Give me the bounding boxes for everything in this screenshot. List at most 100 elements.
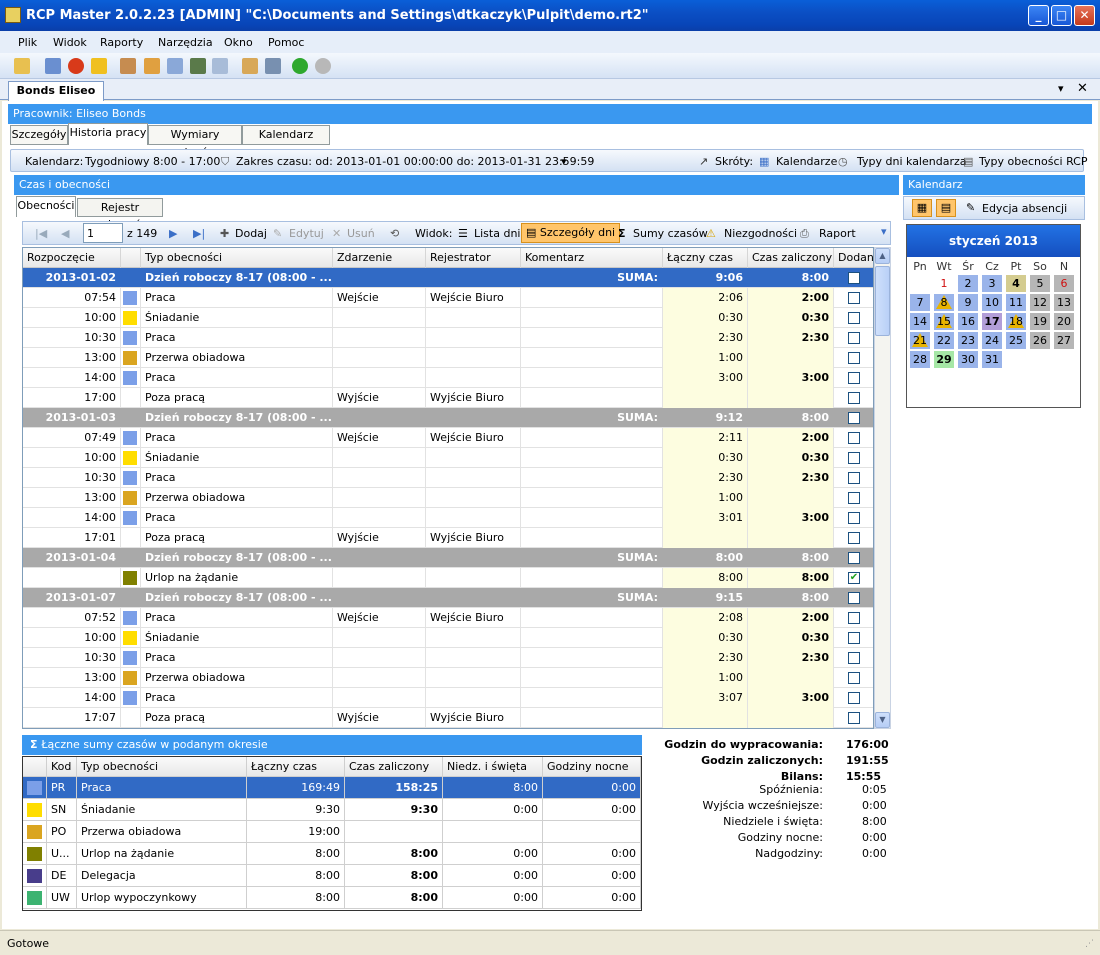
- scroll-thumb[interactable]: [875, 266, 890, 336]
- scroll-up-icon[interactable]: ▲: [875, 248, 890, 264]
- view-details-button[interactable]: ▤ Szczegóły dni: [521, 223, 621, 243]
- calendar-day[interactable]: 12: [1030, 294, 1050, 311]
- tab-obecnosci[interactable]: Obecności: [16, 196, 76, 217]
- edit-button[interactable]: Edytuj: [289, 227, 324, 240]
- table-row[interactable]: 07:54 Praca Wejście Wejście Biuro 2:06 2:00: [23, 288, 873, 308]
- list-view-icon[interactable]: ▤: [936, 199, 956, 217]
- summary-row[interactable]: UW Urlop wypoczynkowy 8:00 8:00 0:00 0:00: [23, 887, 641, 909]
- summary-row[interactable]: PR Praca 169:49 158:25 8:00 0:00: [23, 777, 641, 799]
- error-icon[interactable]: [68, 58, 84, 74]
- added-checkbox[interactable]: [848, 372, 860, 384]
- added-checkbox[interactable]: [848, 352, 860, 364]
- added-checkbox[interactable]: [848, 452, 860, 464]
- home-icon[interactable]: [242, 58, 258, 74]
- calendar-day[interactable]: 18: [1006, 313, 1026, 330]
- users-icon[interactable]: [120, 58, 136, 74]
- table-row[interactable]: 13:00 Przerwa obiadowa 1:00: [23, 348, 873, 368]
- added-checkbox[interactable]: [848, 612, 860, 624]
- calendar-day[interactable]: 7: [910, 294, 930, 311]
- dropdown-icon[interactable]: ▾: [1058, 82, 1064, 95]
- table-row[interactable]: 17:01 Poza pracą Wyjście Wyjście Biuro: [23, 528, 873, 548]
- table-row[interactable]: 10:00 Śniadanie 0:30 0:30: [23, 448, 873, 468]
- first-page-icon[interactable]: |◀: [35, 227, 47, 240]
- report-button[interactable]: Raport: [819, 227, 856, 240]
- summary-row[interactable]: SN Śniadanie 9:30 9:30 0:00 0:00: [23, 799, 641, 821]
- calculator-icon[interactable]: [190, 58, 206, 74]
- close-tab-icon[interactable]: ✕: [1077, 81, 1088, 96]
- view-sums[interactable]: Sumy czasów: [633, 227, 708, 240]
- table-row[interactable]: 13:00 Przerwa obiadowa 1:00: [23, 668, 873, 688]
- shortcut-presence-types[interactable]: Typy obecności RCP: [979, 155, 1087, 168]
- added-checkbox[interactable]: [848, 532, 860, 544]
- calendar-day[interactable]: 28: [910, 351, 930, 368]
- maximize-button[interactable]: □: [1051, 5, 1072, 26]
- calendar-day[interactable]: 5: [1030, 275, 1050, 292]
- calendar-day[interactable]: 1: [934, 275, 954, 292]
- refresh-icon[interactable]: [45, 58, 61, 74]
- warning-icon[interactable]: [91, 58, 107, 74]
- scroll-down-icon[interactable]: ▼: [875, 712, 890, 728]
- table-row[interactable]: 07:52 Praca Wejście Wejście Biuro 2:08 2:00: [23, 608, 873, 628]
- sum-col-night[interactable]: Godziny nocne: [543, 757, 641, 777]
- calendar-day[interactable]: 14: [910, 313, 930, 330]
- calendar-day[interactable]: 11: [1006, 294, 1026, 311]
- sum-col-code[interactable]: Kod: [47, 757, 77, 777]
- calendar-day[interactable]: 25: [1006, 332, 1026, 349]
- table-row[interactable]: 14:00 Praca 3:07 3:00: [23, 688, 873, 708]
- added-checkbox[interactable]: [848, 312, 860, 324]
- chevron-down-icon[interactable]: ▾: [561, 155, 567, 168]
- user-icon[interactable]: [144, 58, 160, 74]
- next-page-icon[interactable]: ▶: [169, 227, 177, 240]
- sum-col-sundays[interactable]: Niedz. i święta: [443, 757, 543, 777]
- calendar-day[interactable]: 15: [934, 313, 954, 330]
- calendar-day[interactable]: 19: [1030, 313, 1050, 330]
- page-input[interactable]: [83, 223, 123, 243]
- refresh-grid-icon[interactable]: ⟲: [390, 227, 399, 240]
- calendar-day[interactable]: 23: [958, 332, 978, 349]
- calendar-day[interactable]: 16: [958, 313, 978, 330]
- prev-page-icon[interactable]: ◀: [61, 227, 69, 240]
- col-total[interactable]: Łączny czas: [663, 248, 748, 268]
- delete-button[interactable]: Usuń: [347, 227, 375, 240]
- summary-row[interactable]: U... Urlop na żądanie 8:00 8:00 0:00 0:00: [23, 843, 641, 865]
- added-checkbox[interactable]: [848, 432, 860, 444]
- calendar-day[interactable]: 9: [958, 294, 978, 311]
- table-row[interactable]: Urlop na żądanie 8:00 8:00 ✔: [23, 568, 873, 588]
- calendar-day[interactable]: 24: [982, 332, 1002, 349]
- table-row[interactable]: 14:00 Praca 3:00 3:00: [23, 368, 873, 388]
- table-row[interactable]: 10:30 Praca 2:30 2:30: [23, 468, 873, 488]
- calendar-day[interactable]: 8: [934, 294, 954, 311]
- tab-historia-pracy[interactable]: Historia pracy: [68, 123, 148, 145]
- summary-row[interactable]: PO Przerwa obiadowa 19:00: [23, 821, 641, 843]
- table-row[interactable]: 10:00 Śniadanie 0:30 0:30: [23, 628, 873, 648]
- added-checkbox[interactable]: [848, 332, 860, 344]
- calendar-day[interactable]: 31: [982, 351, 1002, 368]
- calendar-day[interactable]: 13: [1054, 294, 1074, 311]
- menu-okno[interactable]: Okno: [224, 36, 253, 49]
- summary-row[interactable]: DE Delegacja 8:00 8:00 0:00 0:00: [23, 865, 641, 887]
- calendar-select[interactable]: Tygodniowy 8:00 - 17:00: [85, 155, 220, 168]
- calendar-day[interactable]: 26: [1030, 332, 1050, 349]
- col-comment[interactable]: Komentarz: [521, 248, 663, 268]
- added-checkbox[interactable]: [848, 712, 860, 724]
- tab-rejestr-zdarzen[interactable]: Rejestr zdarzeń: [77, 198, 163, 231]
- calendar-day[interactable]: 30: [958, 351, 978, 368]
- col-added[interactable]: Dodan: [834, 248, 873, 268]
- calendar-day[interactable]: 29: [934, 351, 954, 368]
- list-icon[interactable]: [212, 58, 228, 74]
- added-checkbox[interactable]: [848, 652, 860, 664]
- added-checkbox[interactable]: [848, 592, 860, 604]
- col-recorder[interactable]: Rejestrator: [426, 248, 521, 268]
- added-checkbox[interactable]: [848, 392, 860, 404]
- menu-narzedzia[interactable]: Narzędzia: [158, 36, 213, 49]
- calendar-day[interactable]: 27: [1054, 332, 1074, 349]
- added-checkbox[interactable]: [848, 272, 860, 284]
- resize-grip-icon[interactable]: ⋰: [1085, 939, 1094, 949]
- day-summary-row[interactable]: 2013-01-04 Dzień roboczy 8-17 (08:00 - ..…: [23, 548, 873, 568]
- table-row[interactable]: 13:00 Przerwa obiadowa 1:00: [23, 488, 873, 508]
- calendar-day[interactable]: 3: [982, 275, 1002, 292]
- table-row[interactable]: 10:30 Praca 2:30 2:30: [23, 328, 873, 348]
- menu-raporty[interactable]: Raporty: [100, 36, 143, 49]
- calendar-day[interactable]: 20: [1054, 313, 1074, 330]
- view-list-days[interactable]: Lista dni: [474, 227, 520, 240]
